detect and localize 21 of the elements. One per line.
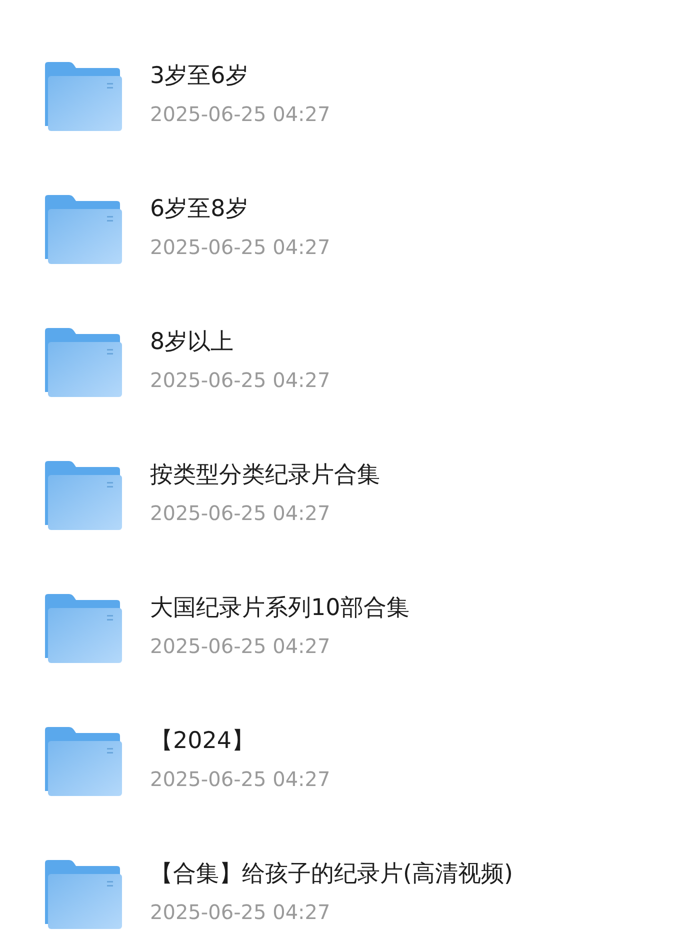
folder-icon	[45, 328, 122, 397]
folder-name: 【合集】给孩子的纪录片(高清视频)	[150, 860, 513, 889]
folder-icon	[45, 195, 122, 264]
folder-name: 3岁至6岁	[150, 62, 250, 91]
folder-name: 6岁至8岁	[150, 195, 250, 224]
folder-icon	[45, 860, 122, 929]
folder-name: 按类型分类纪录片合集	[150, 461, 380, 490]
modified-date: 2025-06-25 04:27	[150, 234, 330, 261]
folder-name: 8岁以上	[150, 328, 235, 357]
folder-icon	[45, 62, 122, 131]
modified-date: 2025-06-25 04:27	[150, 766, 330, 793]
modified-date: 2025-06-25 04:27	[150, 101, 330, 128]
folder-icon	[45, 461, 122, 530]
folder-icon	[45, 727, 122, 796]
modified-date: 2025-06-25 04:27	[150, 367, 330, 394]
modified-date: 2025-06-25 04:27	[150, 500, 332, 527]
modified-date: 2025-06-25 04:27	[150, 899, 332, 926]
modified-date: 2025-06-25 04:27	[150, 633, 332, 660]
folder-icon	[45, 594, 122, 663]
folder-name: 大国纪录片系列10部合集	[150, 594, 410, 623]
folder-name: 【2024】	[150, 727, 256, 756]
